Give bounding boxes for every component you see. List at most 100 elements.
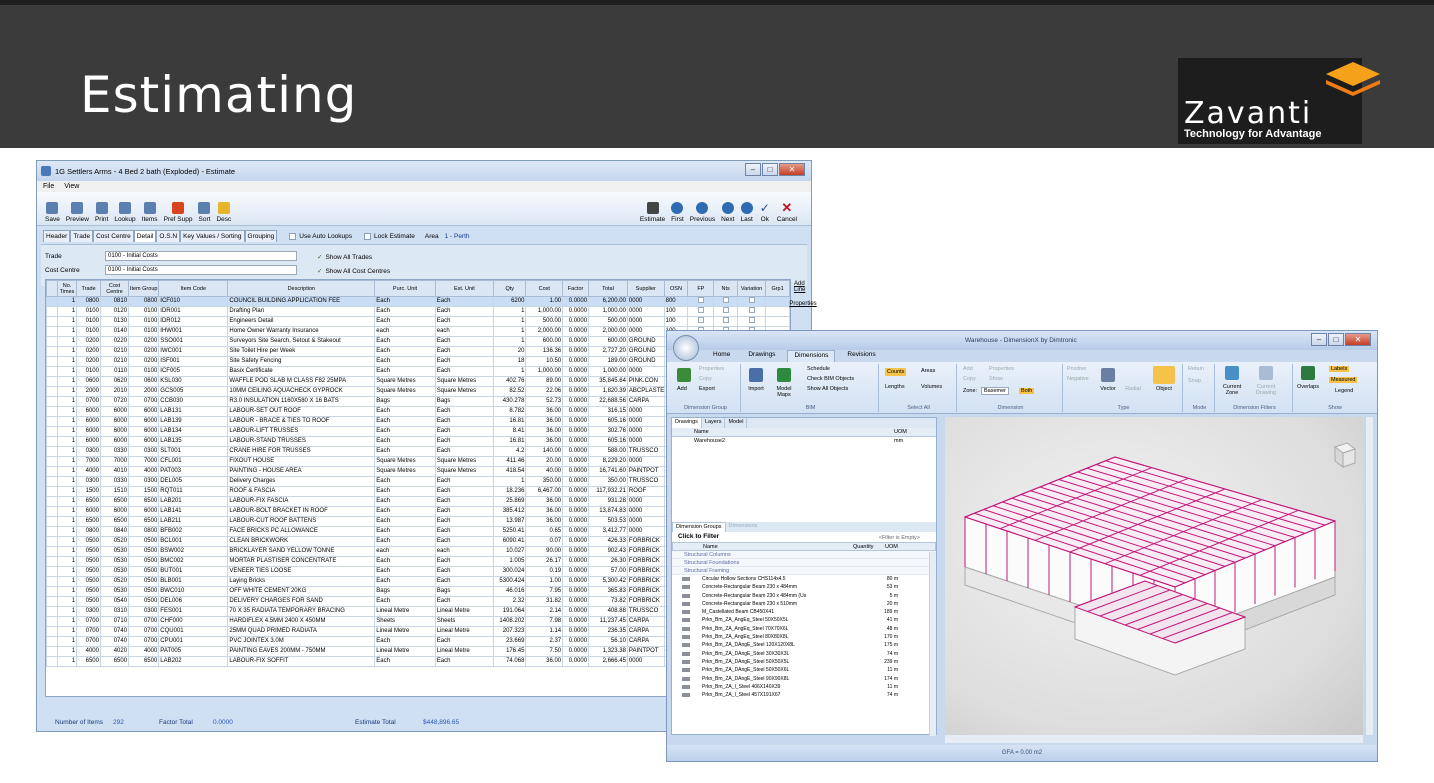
table-cell[interactable]: 189.00 [588,356,628,367]
table-cell[interactable]: 82.52 [493,386,527,397]
table-cell[interactable]: 1,000.00 [588,366,628,377]
table-cell[interactable]: Each [374,306,436,317]
table-cell[interactable]: 1.14 [525,626,564,637]
table-cell[interactable]: FORBRICK [626,536,665,547]
table-cell[interactable]: 0200 [76,356,101,367]
table-cell[interactable]: 6500 [76,656,101,667]
table-cell[interactable]: Each [434,486,495,497]
table-cell[interactable]: LAB139 [158,416,229,427]
table-cell[interactable]: CQU001 [158,626,229,637]
table-cell[interactable]: Each [434,656,495,667]
table-cell[interactable]: 1,000.00 [588,306,628,317]
table-cell[interactable]: 0000 [626,366,665,377]
add-line-button[interactable]: Add Line [794,281,812,293]
table-cell[interactable]: 0700 [128,626,160,637]
table-cell[interactable]: 0.0000 [562,576,590,587]
list-item[interactable]: Circular Hollow Sections CHS114x4.5 80 m [672,575,936,583]
table-cell[interactable]: Each [374,406,436,417]
table-cell[interactable]: 1 [56,366,78,377]
table-cell[interactable]: 10MM CEILING AQUACHECK GYPROCK [227,386,376,397]
table-cell[interactable]: Each [374,356,436,367]
table-cell[interactable]: 100 [663,306,689,317]
table-cell[interactable]: Site Toilet Hire per Week [227,346,376,357]
table-cell[interactable]: 1,000.00 [525,306,564,317]
table-cell[interactable]: HARDIFLEX 4.5MM 2400 X 450MM [227,616,376,627]
table-cell[interactable]: 0300 [76,476,101,487]
table-cell[interactable]: 36.00 [525,436,564,447]
table-cell[interactable]: GCS005 [158,386,229,397]
table-cell[interactable]: 6000 [76,426,101,437]
table-cell[interactable]: 6000 [99,406,130,417]
table-cell[interactable]: 0140 [99,326,130,337]
checkbox-cell[interactable] [713,316,739,327]
table-cell[interactable]: Each [374,446,436,457]
table-cell[interactable]: PINK.CON [626,376,665,387]
table-cell[interactable]: 6000 [99,436,130,447]
table-cell[interactable]: Laying Bricks [227,576,376,587]
table-cell[interactable]: 1,323.38 [588,646,628,657]
table-cell[interactable]: Each [434,306,495,317]
table-cell[interactable]: 1 [56,616,78,627]
table-cell[interactable]: FORBRICK [626,586,665,597]
table-cell[interactable]: 1 [56,526,78,537]
table-cell[interactable]: Each [434,426,495,437]
table-cell[interactable]: 0200 [128,356,160,367]
table-cell[interactable]: 1 [56,456,78,467]
tab-cost-centre[interactable]: Cost Centre [93,230,134,242]
table-cell[interactable]: Each [434,476,495,487]
table-cell[interactable]: Home Owner Warranty Insurance [227,326,376,337]
table-cell[interactable]: FES001 [158,606,229,617]
table-cell[interactable]: 0710 [99,616,130,627]
table-cell[interactable]: 1 [56,586,78,597]
table-cell[interactable]: 1 [493,366,527,377]
table-cell[interactable]: 0000 [626,516,665,527]
table-cell[interactable]: Each [434,636,495,647]
show-all-trades-checkbox[interactable]: ✓ Show All Trades [317,253,372,262]
table-cell[interactable]: 0.0000 [562,486,590,497]
cancel-button[interactable]: ✕ Cancel [777,201,797,223]
column-header[interactable]: Factor [562,280,590,297]
table-cell[interactable]: ROOF [626,486,665,497]
table-cell[interactable]: Surveyors Site Search, Setout & Stakeout [227,336,376,347]
table-cell[interactable]: 1 [493,476,527,487]
current-zone-button[interactable]: Current Zone [1220,384,1244,396]
checkbox-cell[interactable] [687,296,715,307]
table-cell[interactable]: Lineal Metre [374,646,436,657]
table-cell[interactable]: CLEAN BRICKWORK [227,536,376,547]
measured-button[interactable]: Measured [1329,377,1358,383]
table-cell[interactable]: DELIVERY CHARGES FOR SAND [227,596,376,607]
tab-osn[interactable]: O.S.N [156,230,181,242]
table-cell[interactable]: 0.19 [525,566,564,577]
table-cell[interactable]: each [374,326,436,337]
table-cell[interactable]: 2000 [76,386,101,397]
table-cell[interactable]: 191.064 [493,606,527,617]
table-cell[interactable]: 0210 [99,346,130,357]
table-cell[interactable]: 0.0000 [562,386,590,397]
table-cell[interactable]: 4000 [128,646,160,657]
table-cell[interactable]: LAB141 [158,506,229,517]
table-cell[interactable]: Bags [374,396,436,407]
table-cell[interactable]: 36.00 [525,656,564,667]
table-cell[interactable]: 176.45 [493,646,527,657]
show-all-objects-button[interactable]: Show All Objects [807,386,848,392]
uom-column-header[interactable]: UOM [885,544,898,550]
table-cell[interactable]: Lineal Metre [374,606,436,617]
table-cell[interactable]: 0700 [76,616,101,627]
table-cell[interactable]: 117,932.21 [588,486,628,497]
table-cell[interactable]: 6000 [76,436,101,447]
table-cell[interactable]: CPU001 [158,636,229,647]
list-item[interactable]: Prkn_Bm_ZA_DAngE_Steel 120X120X8L 175 m [672,641,936,649]
table-cell[interactable]: 0520 [99,536,130,547]
table-cell[interactable]: Each [434,576,495,587]
table-cell[interactable]: Each [374,556,436,567]
table-cell[interactable]: 931.28 [588,496,628,507]
table-cell[interactable]: 6000 [128,416,160,427]
table-cell[interactable]: 73.82 [588,596,628,607]
column-header[interactable]: Cost [525,280,564,297]
table-cell[interactable]: 411.46 [493,456,527,467]
table-cell[interactable]: 0.0000 [562,566,590,577]
table-cell[interactable]: Each [374,596,436,607]
table-cell[interactable]: 7000 [76,456,101,467]
table-cell[interactable]: 0810 [99,296,130,307]
table-cell[interactable]: 2,727.20 [588,346,628,357]
